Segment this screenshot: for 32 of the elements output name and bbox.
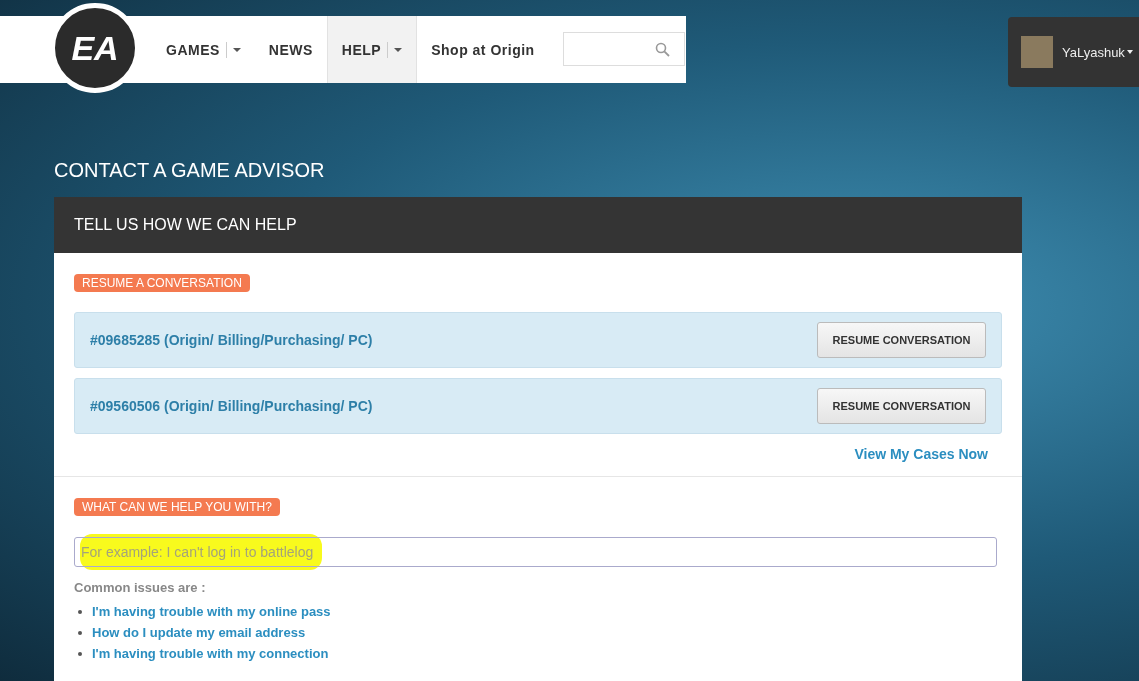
view-cases-link[interactable]: View My Cases Now [854, 446, 988, 462]
panel-header: TELL US HOW WE CAN HELP [54, 197, 1022, 253]
search-icon [654, 41, 670, 57]
resume-button[interactable]: RESUME CONVERSATION [817, 322, 986, 358]
issue-link[interactable]: I'm having trouble with my online pass [92, 604, 331, 619]
section-tag: RESUME A CONVERSATION [74, 274, 250, 292]
avatar-photo-placeholder [1021, 36, 1053, 68]
nav-label: NEWS [268, 41, 313, 58]
nav-item[interactable]: HELP [326, 16, 418, 83]
nav-label: GAMES [166, 41, 220, 58]
section-tag: WHAT CAN WE HELP YOU WITH? [74, 498, 280, 516]
caret-icon[interactable] [394, 47, 403, 52]
bullet-icon [78, 630, 82, 635]
common-issues-label: Common issues are : [74, 580, 207, 595]
user-name: YaLyashuk [1062, 44, 1125, 60]
user-panel[interactable]: YaLyashuk [1008, 17, 1139, 87]
nav-item[interactable]: NEWS [254, 16, 327, 83]
nav-item[interactable]: GAMES [152, 16, 255, 83]
resume-button[interactable]: RESUME CONVERSATION [817, 388, 986, 424]
issue-link[interactable]: I'm having trouble with my connection [92, 646, 329, 661]
page-title: CONTACT A GAME ADVISOR [54, 158, 326, 183]
bullet-icon [78, 651, 82, 656]
nav-label: HELP [341, 41, 382, 58]
case-label: #09560506 (Origin/ Billing/Purchasing/ PC) [90, 398, 373, 414]
issue-link[interactable]: How do I update my email address [92, 625, 306, 640]
search-field[interactable] [562, 32, 685, 66]
question-field[interactable]: For example: I can't log in to battlelog [74, 537, 997, 567]
nav-label: Shop at Origin [431, 41, 535, 58]
case-label: #09685285 (Origin/ Billing/Purchasing/ PC) [90, 332, 373, 348]
nav-item[interactable]: Shop at Origin [417, 16, 549, 83]
bullet-icon [78, 609, 82, 614]
caret-icon[interactable] [232, 47, 241, 52]
